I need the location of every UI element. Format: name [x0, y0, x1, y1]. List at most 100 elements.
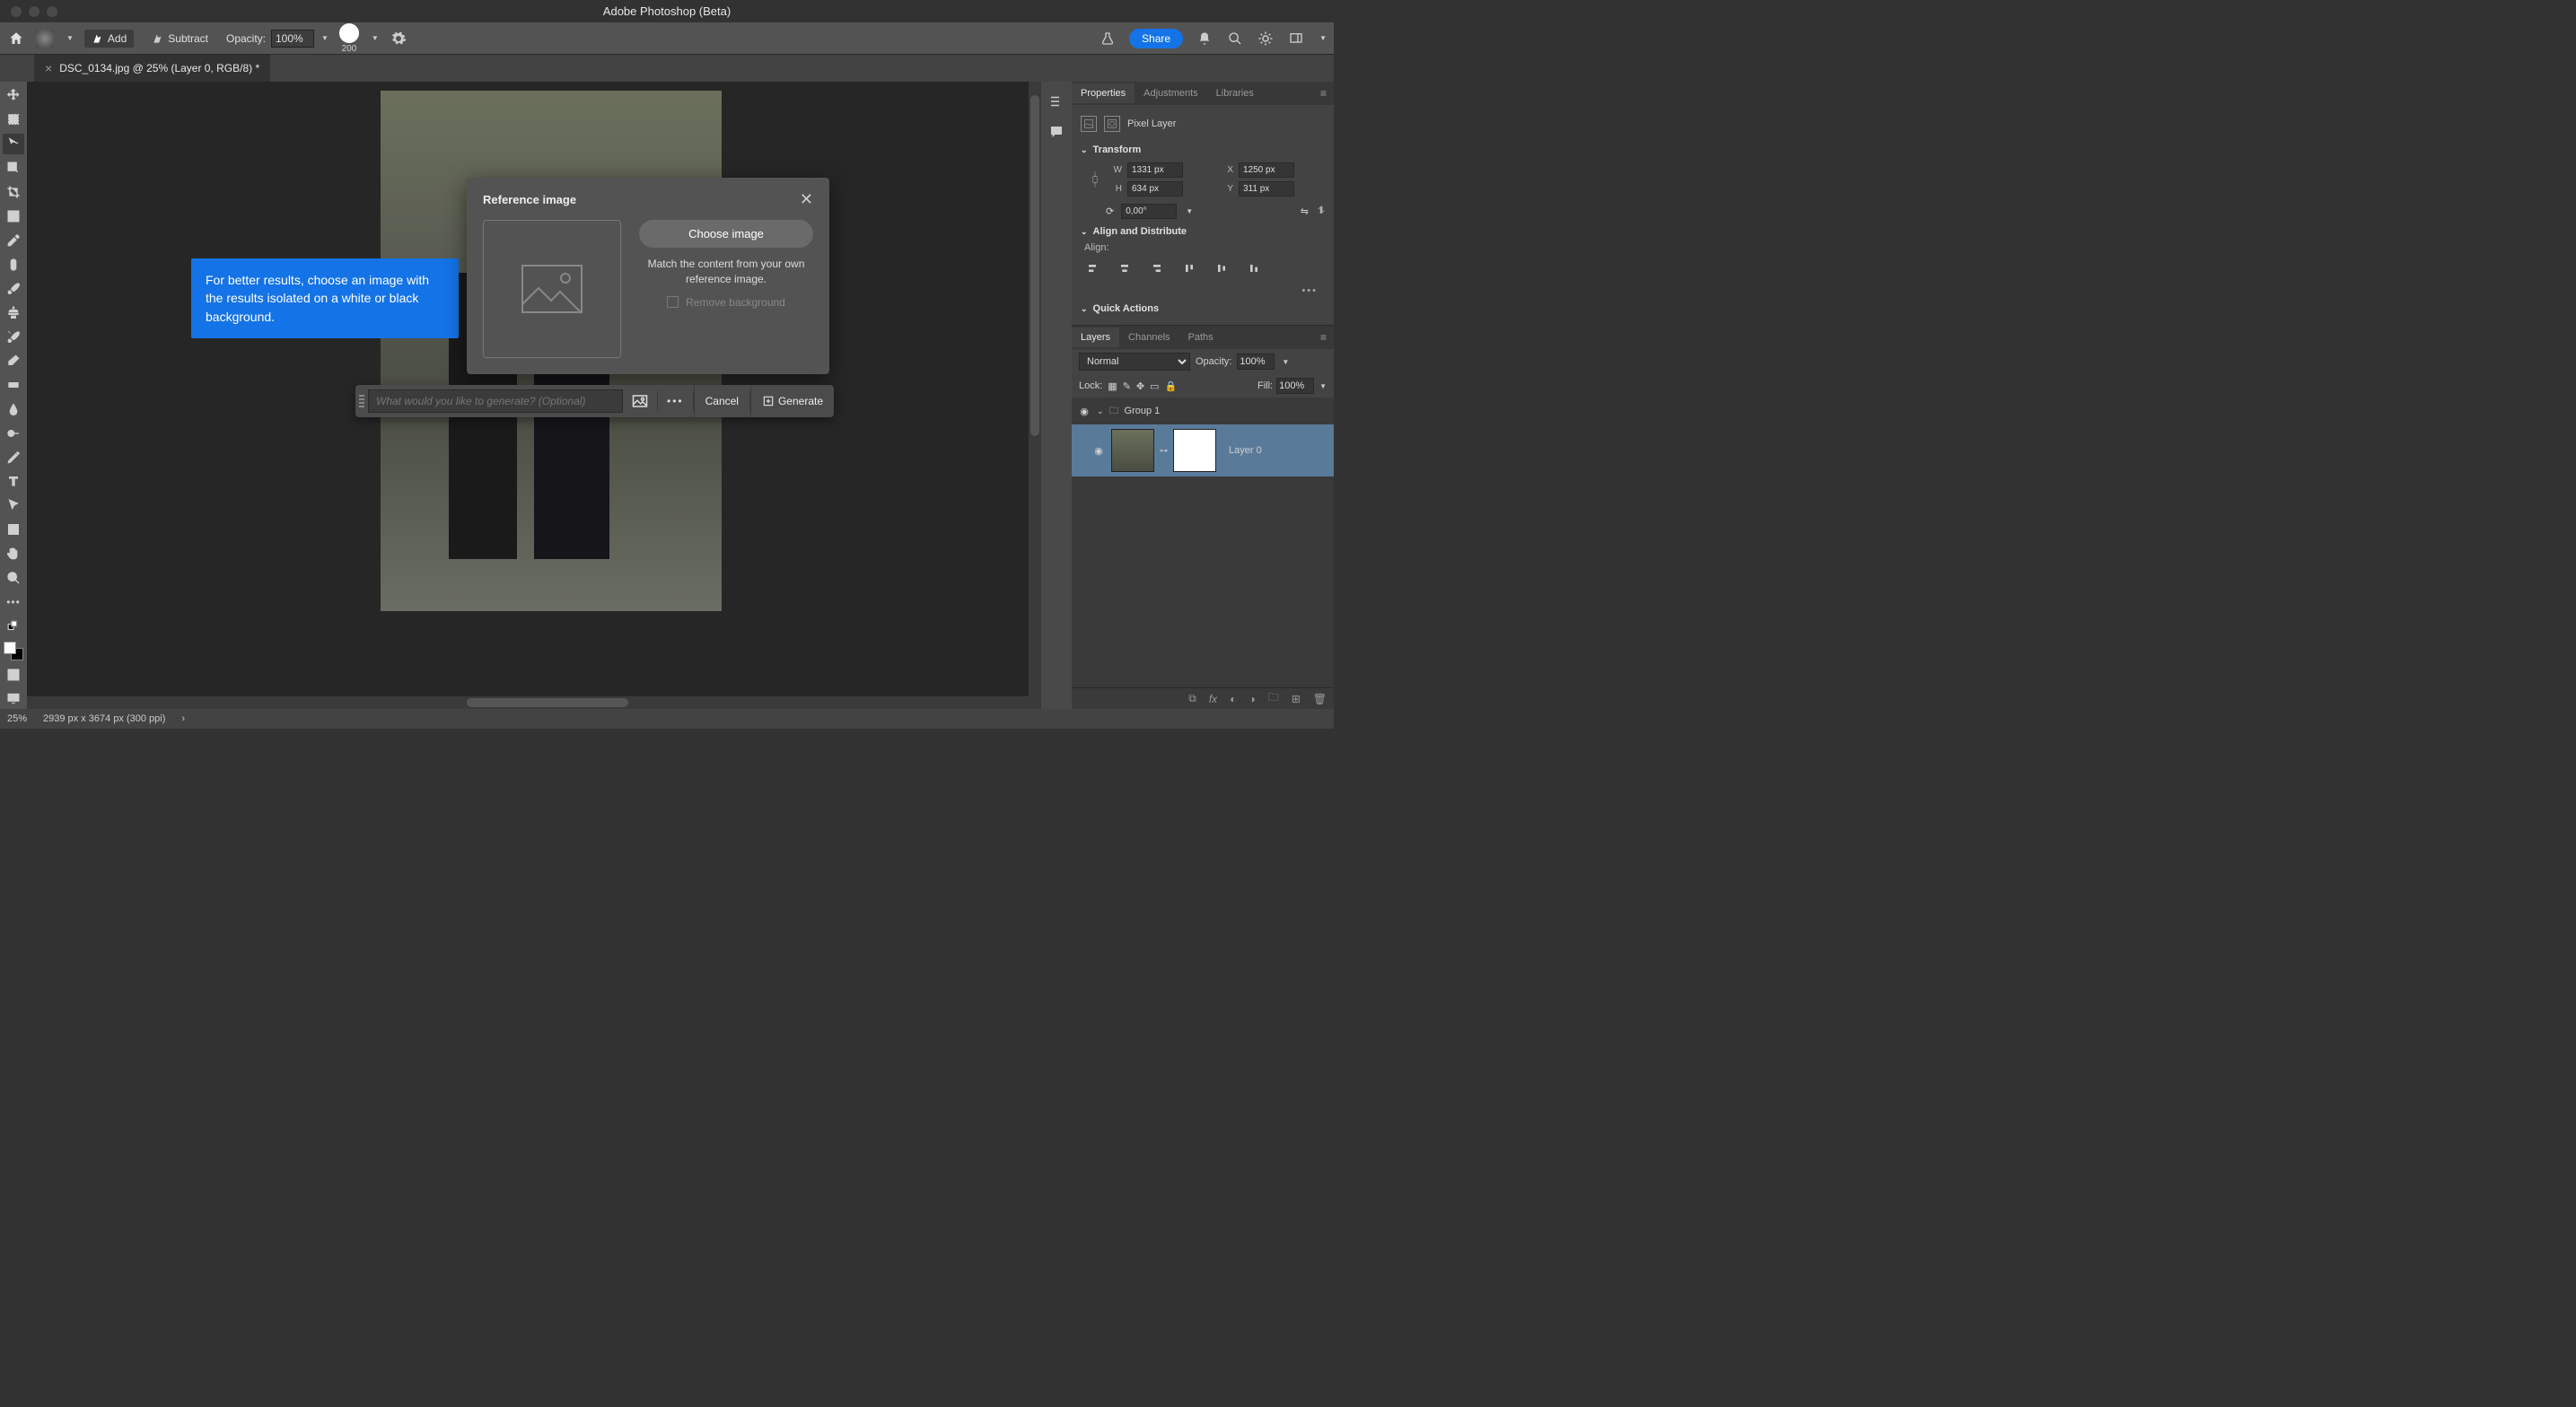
foreground-color[interactable]	[4, 642, 16, 654]
shape-tool[interactable]	[3, 520, 24, 540]
add-to-selection-button[interactable]: Add	[84, 30, 134, 48]
frame-tool[interactable]	[3, 205, 24, 226]
lock-position-icon[interactable]: ✥	[1136, 380, 1144, 392]
more-options-icon[interactable]: •••	[658, 385, 693, 417]
delete-layer-icon[interactable]: 🗑	[1313, 693, 1327, 705]
y-input[interactable]	[1239, 181, 1294, 197]
marquee-tool[interactable]	[3, 109, 24, 130]
chevron-right-icon[interactable]: ›	[181, 713, 185, 724]
link-dimensions-icon[interactable]	[1088, 170, 1102, 189]
flip-horizontal-icon[interactable]: ⇋	[1301, 205, 1309, 217]
align-top-icon[interactable]	[1181, 260, 1197, 276]
height-input[interactable]	[1127, 181, 1183, 197]
align-bottom-icon[interactable]	[1246, 260, 1262, 276]
search-icon[interactable]	[1226, 30, 1244, 48]
zoom-level[interactable]: 25%	[7, 713, 27, 724]
dodge-tool[interactable]	[3, 423, 24, 443]
layer-row[interactable]: ◉ ⊶ Layer 0	[1072, 424, 1334, 476]
share-button[interactable]: Share	[1129, 29, 1183, 48]
horizontal-scrollbar[interactable]	[27, 696, 1041, 709]
blend-mode-select[interactable]: Normal	[1079, 353, 1190, 371]
brush-tool[interactable]	[3, 278, 24, 299]
generate-prompt-input[interactable]	[368, 389, 623, 413]
lock-artboard-icon[interactable]: ▭	[1150, 380, 1159, 392]
workspace-icon[interactable]	[1287, 30, 1305, 48]
panel-menu-icon[interactable]: ≡	[1320, 87, 1334, 100]
clone-stamp-tool[interactable]	[3, 302, 24, 323]
align-right-icon[interactable]	[1149, 260, 1165, 276]
maximize-window-button[interactable]	[47, 6, 57, 17]
path-selection-tool[interactable]	[3, 495, 24, 516]
opacity-input[interactable]	[271, 30, 314, 48]
layer-group-row[interactable]: ◉ ⌄ 🗀 Group 1	[1072, 398, 1334, 424]
align-center-h-icon[interactable]	[1117, 260, 1133, 276]
pen-tool[interactable]	[3, 447, 24, 468]
checkbox-icon[interactable]	[667, 296, 679, 308]
layer-opacity-input[interactable]	[1237, 354, 1275, 370]
caret-icon[interactable]: ▼	[372, 34, 379, 42]
new-group-icon[interactable]: 🗀	[1268, 689, 1279, 708]
scrollbar-thumb[interactable]	[467, 698, 628, 707]
caret-icon[interactable]: ▼	[321, 34, 329, 42]
object-selection-tool[interactable]	[3, 158, 24, 179]
screen-mode-icon[interactable]	[3, 688, 24, 709]
caret-icon[interactable]: ▼	[1282, 358, 1289, 366]
caret-icon[interactable]: ▼	[1319, 382, 1327, 390]
align-left-icon[interactable]	[1084, 260, 1100, 276]
scrollbar-thumb[interactable]	[1030, 95, 1039, 436]
close-window-button[interactable]	[11, 6, 22, 17]
caret-icon[interactable]: ▼	[1319, 34, 1327, 42]
blur-tool[interactable]	[3, 398, 24, 419]
brush-preset-picker[interactable]	[36, 30, 54, 48]
subtract-from-selection-button[interactable]: Subtract	[145, 30, 215, 48]
type-tool[interactable]	[3, 471, 24, 492]
more-tools[interactable]: •••	[3, 591, 24, 612]
move-tool[interactable]	[3, 85, 24, 106]
close-tab-icon[interactable]: ×	[45, 61, 52, 75]
help-icon[interactable]	[1257, 30, 1275, 48]
comments-panel-icon[interactable]	[1047, 123, 1065, 141]
new-layer-icon[interactable]: ⊞	[1292, 693, 1301, 705]
close-icon[interactable]: ✕	[800, 190, 813, 209]
link-layers-icon[interactable]: ⧉	[1188, 692, 1196, 705]
foreground-background-colors[interactable]	[4, 642, 23, 660]
visibility-toggle-icon[interactable]: ◉	[1077, 406, 1091, 417]
chevron-down-icon[interactable]: ⌄	[1097, 406, 1104, 416]
quick-selection-tool[interactable]	[3, 134, 24, 154]
align-section-header[interactable]: ⌄ Align and Distribute	[1081, 223, 1325, 240]
document-dimensions[interactable]: 2939 px x 3674 px (300 ppi)	[43, 713, 165, 724]
gear-icon[interactable]	[390, 30, 407, 48]
reference-image-icon[interactable]	[623, 385, 657, 417]
caret-icon[interactable]: ▼	[1186, 207, 1193, 215]
layer-mask-icon[interactable]: ◐	[1230, 693, 1236, 705]
width-input[interactable]	[1127, 162, 1183, 178]
tab-adjustments[interactable]: Adjustments	[1135, 83, 1207, 103]
home-button[interactable]	[7, 30, 25, 48]
visibility-toggle-icon[interactable]: ◉	[1091, 445, 1106, 457]
lock-transparency-icon[interactable]: ▦	[1108, 380, 1117, 392]
quick-actions-section-header[interactable]: ⌄ Quick Actions	[1081, 300, 1325, 318]
more-options-icon[interactable]: •••	[1081, 282, 1325, 300]
adjustment-layer-icon[interactable]: ◑	[1249, 693, 1255, 705]
hand-tool[interactable]	[3, 544, 24, 564]
bell-icon[interactable]	[1196, 30, 1214, 48]
cancel-button[interactable]: Cancel	[694, 385, 749, 417]
layer-thumbnail[interactable]	[1111, 429, 1154, 472]
tab-properties[interactable]: Properties	[1072, 83, 1135, 103]
remove-background-option[interactable]: Remove background	[667, 296, 785, 309]
generate-button[interactable]: Generate	[750, 385, 834, 417]
tab-paths[interactable]: Paths	[1179, 328, 1222, 347]
gradient-tool[interactable]	[3, 375, 24, 396]
lock-all-icon[interactable]: 🔒	[1165, 380, 1178, 392]
choose-image-button[interactable]: Choose image	[639, 220, 813, 248]
beaker-icon[interactable]	[1099, 30, 1117, 48]
crop-tool[interactable]	[3, 182, 24, 203]
x-input[interactable]	[1239, 162, 1294, 178]
vertical-scrollbar[interactable]	[1029, 82, 1041, 709]
flip-vertical-icon[interactable]: ⥮	[1318, 205, 1325, 217]
history-panel-icon[interactable]	[1047, 92, 1065, 110]
mask-link-icon[interactable]: ⊶	[1160, 446, 1168, 456]
layer-style-icon[interactable]: fx	[1209, 693, 1217, 705]
canvas[interactable]: For better results, choose an image with…	[27, 82, 1041, 709]
default-colors-icon[interactable]	[3, 616, 24, 636]
